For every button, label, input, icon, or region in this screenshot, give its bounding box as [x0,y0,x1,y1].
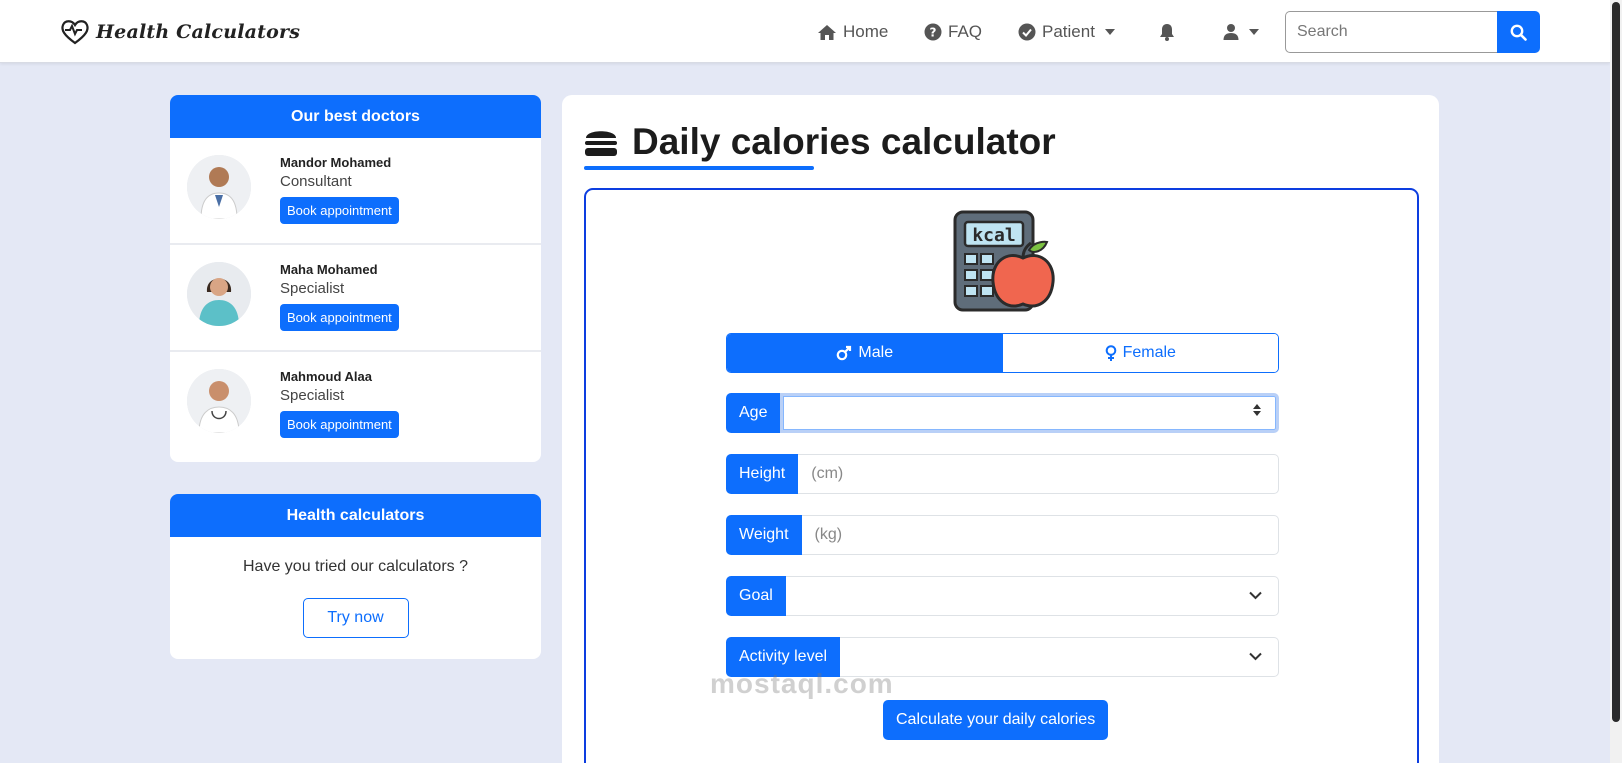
page-scrollbar[interactable] [1610,0,1622,763]
male-label: Male [858,344,894,361]
book-appointment-button[interactable]: Book appointment [280,197,399,224]
doctor-avatar [187,262,251,326]
home-icon [818,24,836,40]
female-label: Female [1122,344,1176,361]
health-calculators-card: Health calculators Have you tried our ca… [170,494,541,659]
best-doctors-title: Our best doctors [170,95,541,138]
doctor-name: Mahmoud Alaa [280,369,372,384]
question-circle-icon: ? [924,23,942,41]
page-title-text: Daily calories calculator [632,121,1056,162]
search-input[interactable] [1285,11,1497,53]
brand-name: Health Calculators [96,21,301,43]
goal-label: Goal [726,576,786,616]
calculate-calories-button[interactable]: Calculate your daily calories [883,700,1109,740]
burger-icon [585,131,617,156]
nav-home-label: Home [843,22,889,41]
health-calculators-title: Health calculators [170,494,541,537]
scrollbar-thumb[interactable] [1612,2,1620,722]
male-symbol-icon [837,345,852,361]
chevron-down-icon [1104,29,1115,35]
calculator-panel: Daily calories calculator kcal Male Fema… [562,95,1439,763]
nav-faq-label: FAQ [948,22,983,41]
activity-level-select[interactable] [840,637,1279,677]
kcal-calculator-apple-icon: kcal [953,210,1055,314]
age-stepper[interactable] [1253,404,1261,416]
height-field: Height [726,454,1279,494]
chevron-down-icon [1249,652,1262,661]
watermark-logo: mostaql.com [710,668,894,699]
female-option[interactable]: Female [1002,334,1278,372]
goal-field: Goal [726,576,1279,616]
chevron-down-icon [1249,591,1262,600]
age-label: Age [726,393,781,433]
age-field: Age [726,393,1279,433]
chevron-down-icon [1249,29,1259,35]
doctor-item: Mandor Mohamed Consultant Book appointme… [170,138,541,245]
svg-text:?: ? [930,26,937,40]
nav-patient-label: Patient [1042,22,1095,41]
top-navbar: Health Calculators Home ? FAQ Patient [0,0,1610,63]
try-now-button[interactable]: Try now [302,598,409,638]
heart-stethoscope-icon [61,20,89,45]
notifications-button[interactable] [1159,20,1175,44]
book-appointment-button[interactable]: Book appointment [280,411,399,438]
doctor-item: Maha Mohamed Specialist Book appointment [170,245,541,352]
page-title: Daily calories calculator [584,121,1056,163]
kcal-label: kcal [972,225,1015,246]
calculators-prompt-text: Have you tried our calculators ? [243,558,468,575]
nav-home[interactable]: Home [817,20,888,44]
male-option[interactable]: Male [727,334,1003,372]
nav-faq[interactable]: ? FAQ [924,20,982,44]
weight-field: Weight [726,515,1279,555]
doctor-item: Mahmoud Alaa Specialist Book appointment [170,352,541,459]
weight-input[interactable] [801,515,1279,555]
doctor-name: Maha Mohamed [280,262,378,277]
height-label: Height [726,454,799,494]
age-input[interactable] [780,393,1279,433]
female-symbol-icon [1105,344,1116,361]
brand-logo[interactable]: Health Calculators [60,18,300,46]
search-button[interactable] [1497,11,1540,53]
user-menu-dropdown[interactable] [1223,20,1259,44]
title-underline [584,166,814,170]
best-doctors-card: Our best doctors Mandor Mohamed Consulta… [170,95,541,462]
weight-label: Weight [726,515,802,555]
book-appointment-button[interactable]: Book appointment [280,304,399,331]
search-icon [1510,24,1527,41]
doctor-role: Specialist [280,280,345,297]
bell-icon [1160,24,1174,41]
check-circle-icon [1018,23,1036,41]
goal-select[interactable] [785,576,1279,616]
height-input[interactable] [798,454,1279,494]
doctor-role: Consultant [280,173,352,190]
doctor-name: Mandor Mohamed [280,155,392,170]
doctor-avatar [187,155,251,219]
doctor-role: Specialist [280,387,345,404]
nav-patient-dropdown[interactable]: Patient [1018,20,1115,44]
gender-toggle: Male Female [726,333,1279,373]
user-icon [1223,24,1239,40]
doctor-avatar [187,369,251,433]
